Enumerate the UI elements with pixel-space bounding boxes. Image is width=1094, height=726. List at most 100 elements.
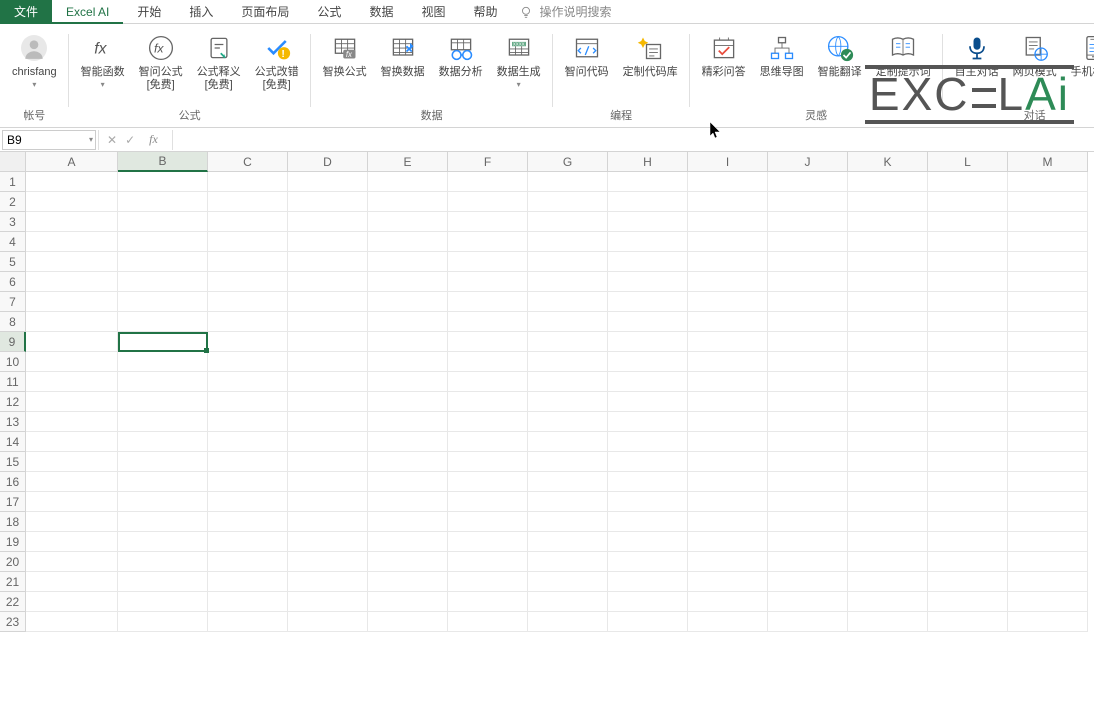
cell-C22[interactable]	[208, 592, 288, 612]
cell-C10[interactable]	[208, 352, 288, 372]
cell-I18[interactable]	[688, 512, 768, 532]
cell-L12[interactable]	[928, 392, 1008, 412]
cell-L10[interactable]	[928, 352, 1008, 372]
col-header-C[interactable]: C	[208, 152, 288, 172]
cell-D17[interactable]	[288, 492, 368, 512]
tab-formulas[interactable]: 公式	[303, 0, 355, 24]
cell-J16[interactable]	[768, 472, 848, 492]
cell-L5[interactable]	[928, 252, 1008, 272]
cell-M18[interactable]	[1008, 512, 1088, 532]
cell-F6[interactable]	[448, 272, 528, 292]
col-header-H[interactable]: H	[608, 152, 688, 172]
row-header-4[interactable]: 4	[0, 232, 26, 252]
cell-G22[interactable]	[528, 592, 608, 612]
cell-B18[interactable]	[118, 512, 208, 532]
cell-M12[interactable]	[1008, 392, 1088, 412]
cell-H16[interactable]	[608, 472, 688, 492]
cell-E10[interactable]	[368, 352, 448, 372]
cell-G8[interactable]	[528, 312, 608, 332]
cell-K6[interactable]	[848, 272, 928, 292]
cell-F4[interactable]	[448, 232, 528, 252]
row-header-19[interactable]: 19	[0, 532, 26, 552]
cell-K16[interactable]	[848, 472, 928, 492]
cell-J3[interactable]	[768, 212, 848, 232]
cell-K21[interactable]	[848, 572, 928, 592]
cell-L7[interactable]	[928, 292, 1008, 312]
cell-A12[interactable]	[26, 392, 118, 412]
cell-E21[interactable]	[368, 572, 448, 592]
tab-view[interactable]: 视图	[407, 0, 459, 24]
cell-L20[interactable]	[928, 552, 1008, 572]
cell-L2[interactable]	[928, 192, 1008, 212]
cell-F18[interactable]	[448, 512, 528, 532]
cell-C17[interactable]	[208, 492, 288, 512]
cancel-icon[interactable]: ✕	[107, 133, 117, 147]
cell-E1[interactable]	[368, 172, 448, 192]
cell-D4[interactable]	[288, 232, 368, 252]
col-header-F[interactable]: F	[448, 152, 528, 172]
cell-F13[interactable]	[448, 412, 528, 432]
cell-F2[interactable]	[448, 192, 528, 212]
cell-D11[interactable]	[288, 372, 368, 392]
cell-E5[interactable]	[368, 252, 448, 272]
cell-D2[interactable]	[288, 192, 368, 212]
btn-qa[interactable]: 精彩问答	[696, 28, 752, 105]
cell-C14[interactable]	[208, 432, 288, 452]
cell-H9[interactable]	[608, 332, 688, 352]
cell-K22[interactable]	[848, 592, 928, 612]
cell-F17[interactable]	[448, 492, 528, 512]
btn-free-chat[interactable]: 自主对话	[949, 28, 1005, 105]
cell-J10[interactable]	[768, 352, 848, 372]
row-header-18[interactable]: 18	[0, 512, 26, 532]
cell-F21[interactable]	[448, 572, 528, 592]
cell-D6[interactable]	[288, 272, 368, 292]
cell-F11[interactable]	[448, 372, 528, 392]
cell-E13[interactable]	[368, 412, 448, 432]
cell-E4[interactable]	[368, 232, 448, 252]
cell-I23[interactable]	[688, 612, 768, 632]
cell-I14[interactable]	[688, 432, 768, 452]
cell-I9[interactable]	[688, 332, 768, 352]
cell-D15[interactable]	[288, 452, 368, 472]
cell-H18[interactable]	[608, 512, 688, 532]
cell-J9[interactable]	[768, 332, 848, 352]
col-header-A[interactable]: A	[26, 152, 118, 172]
cell-A2[interactable]	[26, 192, 118, 212]
cell-H6[interactable]	[608, 272, 688, 292]
cell-L22[interactable]	[928, 592, 1008, 612]
row-header-14[interactable]: 14	[0, 432, 26, 452]
tell-me-search[interactable]: 操作说明搜索	[519, 3, 611, 20]
cell-L16[interactable]	[928, 472, 1008, 492]
cell-A22[interactable]	[26, 592, 118, 612]
cell-D8[interactable]	[288, 312, 368, 332]
cell-A1[interactable]	[26, 172, 118, 192]
cell-M14[interactable]	[1008, 432, 1088, 452]
cell-K3[interactable]	[848, 212, 928, 232]
cell-B13[interactable]	[118, 412, 208, 432]
cell-K4[interactable]	[848, 232, 928, 252]
cell-L4[interactable]	[928, 232, 1008, 252]
cell-K19[interactable]	[848, 532, 928, 552]
row-header-9[interactable]: 9	[0, 332, 26, 352]
cell-F7[interactable]	[448, 292, 528, 312]
row-header-13[interactable]: 13	[0, 412, 26, 432]
cell-H11[interactable]	[608, 372, 688, 392]
cell-H23[interactable]	[608, 612, 688, 632]
cell-I7[interactable]	[688, 292, 768, 312]
cell-A15[interactable]	[26, 452, 118, 472]
col-header-E[interactable]: E	[368, 152, 448, 172]
cell-F8[interactable]	[448, 312, 528, 332]
col-header-K[interactable]: K	[848, 152, 928, 172]
cell-B1[interactable]	[118, 172, 208, 192]
cell-E14[interactable]	[368, 432, 448, 452]
col-header-B[interactable]: B	[118, 152, 208, 172]
cell-H12[interactable]	[608, 392, 688, 412]
cell-I11[interactable]	[688, 372, 768, 392]
cell-F22[interactable]	[448, 592, 528, 612]
cell-J22[interactable]	[768, 592, 848, 612]
cell-E18[interactable]	[368, 512, 448, 532]
row-header-2[interactable]: 2	[0, 192, 26, 212]
cell-G11[interactable]	[528, 372, 608, 392]
cell-A16[interactable]	[26, 472, 118, 492]
btn-ask-formula[interactable]: fx 智问公式 [免费]	[133, 28, 189, 105]
